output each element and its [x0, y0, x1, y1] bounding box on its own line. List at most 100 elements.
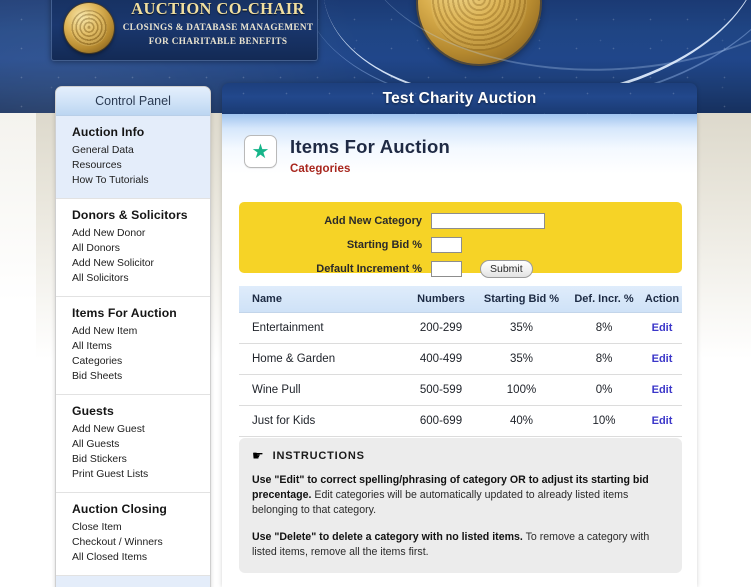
starting-bid-input[interactable] — [431, 236, 462, 253]
cell-numbers: 400-499 — [405, 343, 477, 375]
page-root: AUCTION CO-CHAIR CLOSINGS & DATABASE MAN… — [0, 0, 751, 587]
edit-link[interactable]: Edit — [652, 384, 673, 396]
cell-starting-bid: 35% — [477, 312, 566, 344]
site-logo[interactable]: AUCTION CO-CHAIR CLOSINGS & DATABASE MAN… — [51, 0, 318, 61]
cell-def-incr: 8% — [566, 312, 642, 344]
form-row-add-new-category: Add New Category — [239, 209, 682, 232]
sidebar-item-all-items[interactable]: All Items — [72, 339, 210, 354]
sidebar-item-all-solicitors[interactable]: All Solicitors — [72, 271, 210, 286]
sidebar-group-title: Items For Auction — [72, 306, 177, 320]
add-new-category-input[interactable] — [431, 212, 545, 229]
cell-def-incr: 8% — [566, 343, 642, 375]
sidebar-item-general-data[interactable]: General Data — [72, 143, 210, 158]
column-header-action: Action — [642, 286, 682, 313]
cell-numbers: 200-299 — [405, 312, 477, 344]
sidebar-group-title: Donors & Solicitors — [72, 208, 188, 222]
sidebar-item-add-new-item[interactable]: Add New Item — [72, 324, 210, 339]
cell-def-incr: 0% — [566, 374, 642, 406]
sidebar-item-resources[interactable]: Resources — [72, 158, 210, 173]
logo-subtitle-line1: CLOSINGS & DATABASE MANAGEMENT — [122, 22, 314, 32]
form-row-default-increment: Default Increment % Submit — [239, 257, 682, 280]
instructions-paragraph-edit: Use "Edit" to correct spelling/phrasing … — [252, 473, 666, 518]
cell-starting-bid: 40% — [477, 405, 566, 437]
categories-table-wrap: Name Numbers Starting Bid % Def. Incr. %… — [239, 286, 682, 437]
submit-button[interactable]: Submit — [480, 259, 533, 278]
page-heading: ★ Items For Auction Categories — [244, 135, 450, 175]
categories-table: Name Numbers Starting Bid % Def. Incr. %… — [239, 286, 682, 437]
sidebar-group-title: Auction Info — [72, 125, 145, 139]
cell-action: Edit — [642, 343, 682, 375]
sidebar-item-how-to-tutorials[interactable]: How To Tutorials — [72, 173, 210, 188]
cell-name: Entertainment — [239, 312, 405, 344]
sidebar-item-bid-sheets[interactable]: Bid Sheets — [72, 369, 210, 384]
table-row: Wine Pull 500-599 100% 0% Edit — [239, 374, 682, 406]
sidebar-group-auction-closing: Auction Closing Close Item Checkout / Wi… — [56, 493, 210, 576]
sidebar-item-add-new-solicitor[interactable]: Add New Solicitor — [72, 256, 210, 271]
page-subtitle: Categories — [290, 163, 351, 175]
add-category-form: Add New Category Starting Bid % Default … — [239, 202, 682, 278]
sidebar-item-bid-stickers[interactable]: Bid Stickers — [72, 452, 210, 467]
sidebar-item-all-guests[interactable]: All Guests — [72, 437, 210, 452]
banner-swoosh-tertiary — [345, 0, 751, 88]
sidebar-group-auction-info: Auction Info General Data Resources How … — [56, 116, 210, 199]
content-panel: Test Charity Auction ★ Items For Auction… — [222, 83, 697, 587]
logo-coin-icon — [64, 3, 114, 53]
table-row: Just for Kids 600-699 40% 10% Edit — [239, 405, 682, 437]
sidebar: Control Panel Auction Info General Data … — [55, 86, 211, 587]
default-increment-input[interactable] — [431, 260, 462, 277]
page-heading-texts: Items For Auction Categories — [290, 135, 450, 175]
sidebar-item-all-donors[interactable]: All Donors — [72, 241, 210, 256]
control-panel-tab[interactable]: Control Panel — [56, 87, 210, 116]
star-icon: ★ — [251, 140, 270, 163]
sidebar-group-items-for-auction: Items For Auction Add New Item All Items… — [56, 297, 210, 395]
gold-medallion-icon — [418, 0, 540, 64]
sidebar-group-reports[interactable]: Reports — [56, 576, 210, 587]
logo-title: AUCTION CO-CHAIR — [131, 0, 305, 18]
sidebar-item-checkout-winners[interactable]: Checkout / Winners — [72, 535, 210, 550]
column-header-starting-bid: Starting Bid % — [477, 286, 566, 313]
add-new-category-label: Add New Category — [324, 214, 422, 227]
sidebar-item-add-new-donor[interactable]: Add New Donor — [72, 226, 210, 241]
instructions-header: ☛ INSTRUCTIONS — [252, 449, 666, 462]
instructions-panel: ☛ INSTRUCTIONS Use "Edit" to correct spe… — [239, 438, 682, 573]
table-head: Name Numbers Starting Bid % Def. Incr. %… — [239, 286, 682, 313]
content-titlebar: Test Charity Auction — [222, 83, 697, 114]
sidebar-item-close-item[interactable]: Close Item — [72, 520, 210, 535]
logo-subtitle-line2: FOR CHARITABLE BENEFITS — [148, 36, 288, 46]
sidebar-item-all-closed-items[interactable]: All Closed Items — [72, 550, 210, 565]
cell-starting-bid: 100% — [477, 374, 566, 406]
cell-numbers: 600-699 — [405, 405, 477, 437]
cell-name: Wine Pull — [239, 374, 405, 406]
cell-name: Home & Garden — [239, 343, 405, 375]
starting-bid-label: Starting Bid % — [346, 238, 422, 251]
sidebar-item-add-new-guest[interactable]: Add New Guest — [72, 422, 210, 437]
edit-link[interactable]: Edit — [652, 415, 673, 427]
cell-def-incr: 10% — [566, 405, 642, 437]
column-header-numbers: Numbers — [405, 286, 477, 313]
logo-text-block: AUCTION CO-CHAIR CLOSINGS & DATABASE MAN… — [122, 0, 314, 47]
cell-action: Edit — [642, 312, 682, 344]
table-row: Home & Garden 400-499 35% 8% Edit — [239, 343, 682, 375]
sidebar-item-print-guest-lists[interactable]: Print Guest Lists — [72, 467, 210, 482]
star-icon-box: ★ — [244, 135, 277, 168]
auction-name-title: Test Charity Auction — [382, 89, 537, 107]
cell-action: Edit — [642, 374, 682, 406]
edit-link[interactable]: Edit — [652, 322, 673, 334]
page-background-left — [0, 113, 36, 587]
sidebar-group-donors-solicitors: Donors & Solicitors Add New Donor All Do… — [56, 199, 210, 297]
cell-starting-bid: 35% — [477, 343, 566, 375]
table-body: Entertainment 200-299 35% 8% Edit Home &… — [239, 312, 682, 437]
default-increment-label: Default Increment % — [316, 262, 422, 275]
sidebar-group-title: Auction Closing — [72, 502, 167, 516]
sidebar-item-categories[interactable]: Categories — [72, 354, 210, 369]
instructions-body: Use "Edit" to correct spelling/phrasing … — [252, 473, 666, 560]
edit-link[interactable]: Edit — [652, 353, 673, 365]
cell-numbers: 500-599 — [405, 374, 477, 406]
form-row-starting-bid: Starting Bid % — [239, 233, 682, 256]
sidebar-group-guests: Guests Add New Guest All Guests Bid Stic… — [56, 395, 210, 493]
sidebar-group-title: Guests — [72, 404, 114, 418]
instructions-title: INSTRUCTIONS — [272, 449, 365, 462]
cell-name: Just for Kids — [239, 405, 405, 437]
table-row: Entertainment 200-299 35% 8% Edit — [239, 312, 682, 344]
column-header-name: Name — [239, 286, 405, 313]
